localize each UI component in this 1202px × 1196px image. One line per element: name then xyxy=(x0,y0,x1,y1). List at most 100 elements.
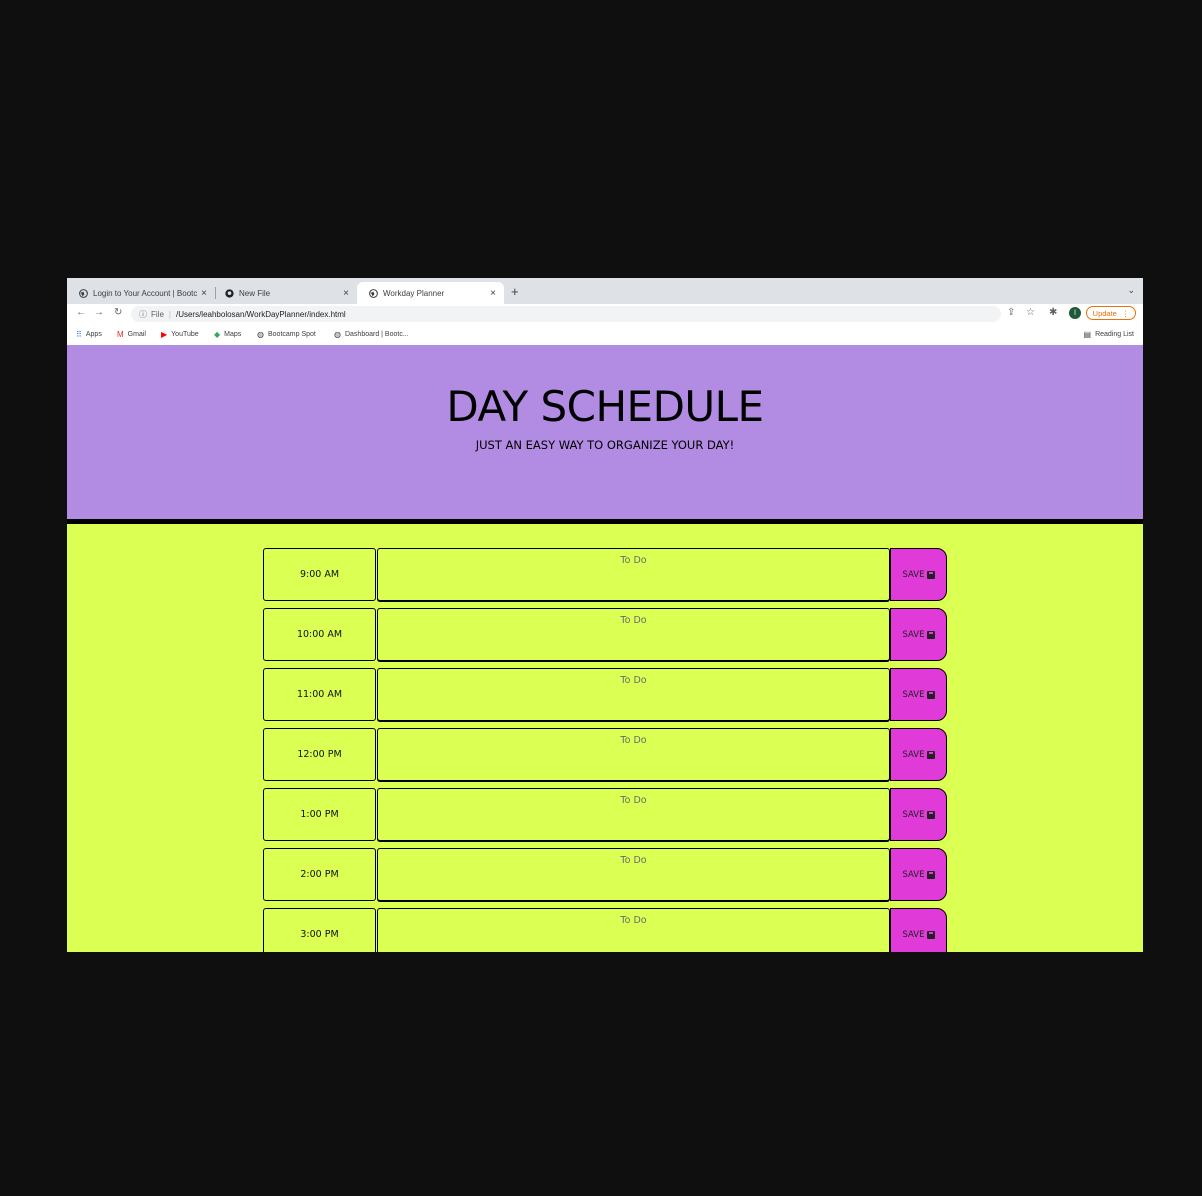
todo-textarea[interactable] xyxy=(377,548,890,601)
save-label: SAVE xyxy=(902,869,925,880)
apps-grid-icon: ⠿ xyxy=(76,330,82,339)
save-button[interactable]: SAVE xyxy=(890,728,947,781)
time-block-row: 10:00 AM SAVE xyxy=(263,608,947,662)
save-button[interactable]: SAVE xyxy=(890,788,947,841)
github-icon xyxy=(225,288,234,298)
more-icon: ⋮ xyxy=(1121,308,1130,318)
extensions-icon[interactable]: ✱ xyxy=(1049,307,1057,318)
tab-new-file[interactable]: New File × xyxy=(213,282,357,304)
save-button[interactable]: SAVE xyxy=(890,668,947,721)
tab-strip: Login to Your Account | Bootca × New Fil… xyxy=(67,278,1143,304)
globe-icon xyxy=(79,288,88,298)
address-bar[interactable]: ⓘ File | /Users/leahbolosan/WorkDayPlann… xyxy=(131,306,1001,322)
bookmark-dashboard[interactable]: ◍ Dashboard | Bootc... xyxy=(334,330,409,339)
header: DAY SCHEDULE JUST AN EASY WAY TO ORGANIZ… xyxy=(67,345,1143,524)
hour-label: 2:00 PM xyxy=(263,848,376,901)
todo-textarea[interactable] xyxy=(377,788,890,841)
save-label: SAVE xyxy=(902,929,925,940)
update-label: Update xyxy=(1092,308,1117,318)
back-icon[interactable]: ← xyxy=(76,307,86,318)
tab-workday-planner[interactable]: Workday Planner × xyxy=(357,282,504,304)
time-block-row: 9:00 AM SAVE xyxy=(263,548,947,602)
time-block-row: 1:00 PM SAVE xyxy=(263,788,947,842)
page-title: DAY SCHEDULE xyxy=(446,382,764,431)
youtube-icon: ▶ xyxy=(161,330,168,339)
save-button[interactable]: SAVE xyxy=(890,848,947,901)
save-label: SAVE xyxy=(902,809,925,820)
bookmark-maps[interactable]: ◆ Maps xyxy=(214,330,241,339)
save-button[interactable]: SAVE xyxy=(890,608,947,661)
hour-label: 11:00 AM xyxy=(263,668,376,721)
save-label: SAVE xyxy=(902,569,925,580)
page-content: DAY SCHEDULE JUST AN EASY WAY TO ORGANIZ… xyxy=(67,345,1143,952)
bookmark-label: Gmail xyxy=(127,331,146,338)
tab-title: Login to Your Account | Bootca xyxy=(93,288,198,298)
reload-icon[interactable]: ↻ xyxy=(114,307,122,318)
globe-icon: ◍ xyxy=(334,330,341,339)
time-block-row: 2:00 PM SAVE xyxy=(263,848,947,902)
star-icon[interactable]: ☆ xyxy=(1026,307,1035,318)
floppy-disk-icon xyxy=(926,750,935,759)
floppy-disk-icon xyxy=(926,690,935,699)
new-tab-icon[interactable]: + xyxy=(511,284,519,299)
browser-window: Login to Your Account | Bootca × New Fil… xyxy=(67,278,1143,952)
url-scheme: File xyxy=(151,309,164,319)
save-button[interactable]: SAVE xyxy=(890,548,947,601)
update-button[interactable]: Update ⋮ xyxy=(1086,306,1136,320)
bookmark-label: YouTube xyxy=(171,331,199,338)
gmail-icon: M xyxy=(117,330,124,339)
todo-textarea[interactable] xyxy=(377,908,890,952)
bookmark-apps[interactable]: ⠿ Apps xyxy=(76,330,102,339)
save-label: SAVE xyxy=(902,749,925,760)
reading-list-icon: ▤ xyxy=(1083,330,1092,339)
url-divider: | xyxy=(168,309,171,319)
time-block-row: 3:00 PM SAVE xyxy=(263,908,947,952)
forward-icon[interactable]: → xyxy=(94,307,104,318)
tab-title: New File xyxy=(239,288,271,298)
floppy-disk-icon xyxy=(926,570,935,579)
share-icon[interactable]: ⇪ xyxy=(1007,307,1015,318)
floppy-disk-icon xyxy=(926,810,935,819)
bookmarks-bar: ⠿ Apps M Gmail ▶ YouTube ◆ Maps ◍ Bootcamp Sp… xyxy=(67,324,1143,345)
reading-list-label: Reading List xyxy=(1095,331,1134,338)
floppy-disk-icon xyxy=(926,630,935,639)
bookmark-label: Maps xyxy=(224,331,242,338)
todo-textarea[interactable] xyxy=(377,848,890,901)
reading-list[interactable]: ▤ Reading List xyxy=(1084,330,1134,339)
close-icon[interactable]: × xyxy=(343,288,349,299)
close-icon[interactable]: × xyxy=(490,288,496,299)
schedule-container: 9:00 AMSAVE10:00 AMSAVE11:00 AMSAVE12:00… xyxy=(263,548,947,952)
bookmark-gmail[interactable]: M Gmail xyxy=(117,330,146,339)
browser-toolbar: ← → ↻ ⓘ File | /Users/leahbolosan/WorkDa… xyxy=(67,304,1143,324)
save-button[interactable]: SAVE xyxy=(890,908,947,952)
bookmark-label: Bootcamp Spot xyxy=(267,331,316,338)
avatar[interactable]: l xyxy=(1069,307,1081,319)
todo-textarea[interactable] xyxy=(377,728,890,781)
maps-icon: ◆ xyxy=(214,330,221,339)
hour-label: 3:00 PM xyxy=(263,908,376,952)
time-block-row: 11:00 AM SAVE xyxy=(263,668,947,722)
bookmark-bootcamp-spot[interactable]: ◍ Bootcamp Spot xyxy=(257,330,316,339)
url-text: /Users/leahbolosan/WorkDayPlanner/index.… xyxy=(175,309,346,319)
floppy-disk-icon xyxy=(926,870,935,879)
page-subtitle: JUST AN EASY WAY TO ORGANIZE YOUR DAY! xyxy=(475,438,735,452)
tab-login[interactable]: Login to Your Account | Bootca × xyxy=(67,282,215,304)
globe-icon xyxy=(369,288,378,298)
save-label: SAVE xyxy=(902,689,925,700)
bookmark-youtube[interactable]: ▶ YouTube xyxy=(161,330,199,339)
floppy-disk-icon xyxy=(926,930,935,939)
close-icon[interactable]: × xyxy=(201,288,207,299)
save-label: SAVE xyxy=(902,629,925,640)
globe-icon: ◍ xyxy=(257,330,264,339)
chevron-down-icon[interactable]: ⌄ xyxy=(1127,285,1135,296)
tab-title: Workday Planner xyxy=(383,288,445,298)
time-block-row: 12:00 PM SAVE xyxy=(263,728,947,782)
todo-textarea[interactable] xyxy=(377,668,890,721)
info-icon: ⓘ xyxy=(139,309,147,319)
hour-label: 12:00 PM xyxy=(263,728,376,781)
todo-textarea[interactable] xyxy=(377,608,890,661)
bookmark-label: Dashboard | Bootc... xyxy=(344,331,409,338)
hour-label: 9:00 AM xyxy=(263,548,376,601)
hour-label: 1:00 PM xyxy=(263,788,376,841)
bookmark-label: Apps xyxy=(85,331,102,338)
